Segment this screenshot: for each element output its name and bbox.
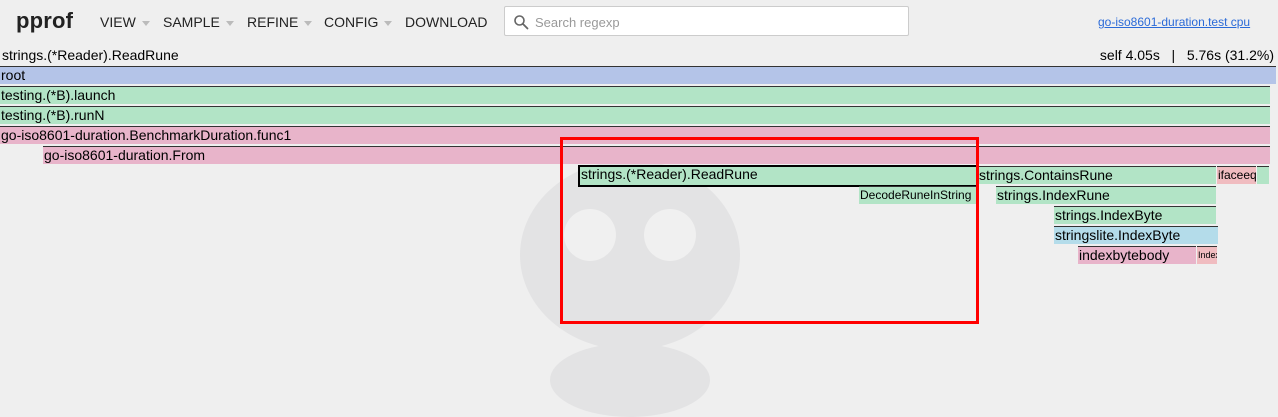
selection-detail-bar: strings.(*Reader).ReadRune self 4.05s | … <box>0 46 1278 66</box>
frame-label: ifaceeq <box>1218 168 1256 182</box>
chevron-down-icon <box>304 20 313 26</box>
flame-frame-testing-runn[interactable]: testing.(*B).runN <box>0 106 1270 124</box>
chevron-down-icon <box>141 20 150 26</box>
top-toolbar: pprof VIEW SAMPLE REFINE CONFIG DOWNLOAD… <box>0 0 1278 44</box>
flame-frame-reader-readrune[interactable]: strings.(*Reader).ReadRune <box>578 165 978 187</box>
frame-label: testing.(*B).runN <box>1 107 105 123</box>
flame-frame-benchmark-duration[interactable]: go-iso8601-duration.BenchmarkDuration.fu… <box>0 126 1270 144</box>
frame-label: strings.(*Reader).ReadRune <box>581 166 758 182</box>
config-menu[interactable]: CONFIG <box>324 14 393 30</box>
refine-menu[interactable]: REFINE <box>247 14 313 30</box>
frame-label: strings.ContainsRune <box>979 167 1113 183</box>
flame-frame-index-byte[interactable]: strings.IndexByte <box>1054 206 1216 224</box>
frame-label: root <box>1 67 26 83</box>
flame-frame-contains-rune[interactable]: strings.ContainsRune <box>978 166 1216 184</box>
gopher-watermark-icon <box>520 160 740 417</box>
chevron-down-icon <box>225 20 234 26</box>
flame-frame-unlabeled[interactable] <box>1257 166 1269 184</box>
frame-label: IndexByte <box>1198 250 1217 260</box>
search-icon <box>514 15 529 30</box>
flame-frame-ifaceeq[interactable]: ifaceeq <box>1217 166 1256 184</box>
flame-frame-testing-launch[interactable]: testing.(*B).launch <box>0 86 1270 104</box>
frame-label: go-iso8601-duration.From <box>44 147 206 163</box>
download-menu-label: DOWNLOAD <box>405 14 488 30</box>
selected-frame-stats: self 4.05s | 5.76s (31.2%) <box>1100 47 1274 63</box>
flame-frame-root[interactable]: root <box>0 66 1276 84</box>
config-menu-label: CONFIG <box>324 14 379 30</box>
selected-frame-name: strings.(*Reader).ReadRune <box>2 47 179 63</box>
stats-separator: | <box>1171 47 1176 63</box>
frame-label: testing.(*B).launch <box>1 87 116 103</box>
chevron-down-icon <box>384 20 393 26</box>
self-time: self 4.05s <box>1099 47 1160 63</box>
pprof-logo: pprof <box>16 8 74 33</box>
search-input[interactable] <box>533 12 905 32</box>
frame-label: go-iso8601-duration.BenchmarkDuration.fu… <box>1 127 292 143</box>
frame-label: stringslite.IndexByte <box>1055 227 1181 243</box>
frame-label: strings.IndexRune <box>997 187 1110 203</box>
refine-menu-label: REFINE <box>247 14 299 30</box>
frame-label: DecodeRuneInString <box>860 188 972 202</box>
frame-label: indexbytebody <box>1079 247 1170 263</box>
view-menu[interactable]: VIEW <box>100 14 150 30</box>
flame-frame-decode-rune[interactable]: DecodeRuneInString <box>859 186 978 204</box>
flame-frame-stringslite-index-byte[interactable]: stringslite.IndexByte <box>1054 226 1218 244</box>
search-box[interactable] <box>504 6 909 36</box>
flame-frame-index-rune[interactable]: strings.IndexRune <box>996 186 1216 204</box>
sample-menu-label: SAMPLE <box>163 14 220 30</box>
view-menu-label: VIEW <box>100 14 136 30</box>
flame-frame-indexbytebody[interactable]: indexbytebody <box>1078 246 1196 264</box>
total-time: 5.76s (31.2%) <box>1186 47 1274 63</box>
sample-menu[interactable]: SAMPLE <box>163 14 234 30</box>
frame-label: strings.IndexByte <box>1055 207 1163 223</box>
profile-link[interactable]: go-iso8601-duration.test cpu <box>1098 15 1250 29</box>
flame-frame-indexbyte-small[interactable]: IndexByte <box>1197 246 1217 264</box>
download-menu[interactable]: DOWNLOAD <box>405 14 487 30</box>
flame-frame-iso8601-from[interactable]: go-iso8601-duration.From <box>43 146 1270 164</box>
